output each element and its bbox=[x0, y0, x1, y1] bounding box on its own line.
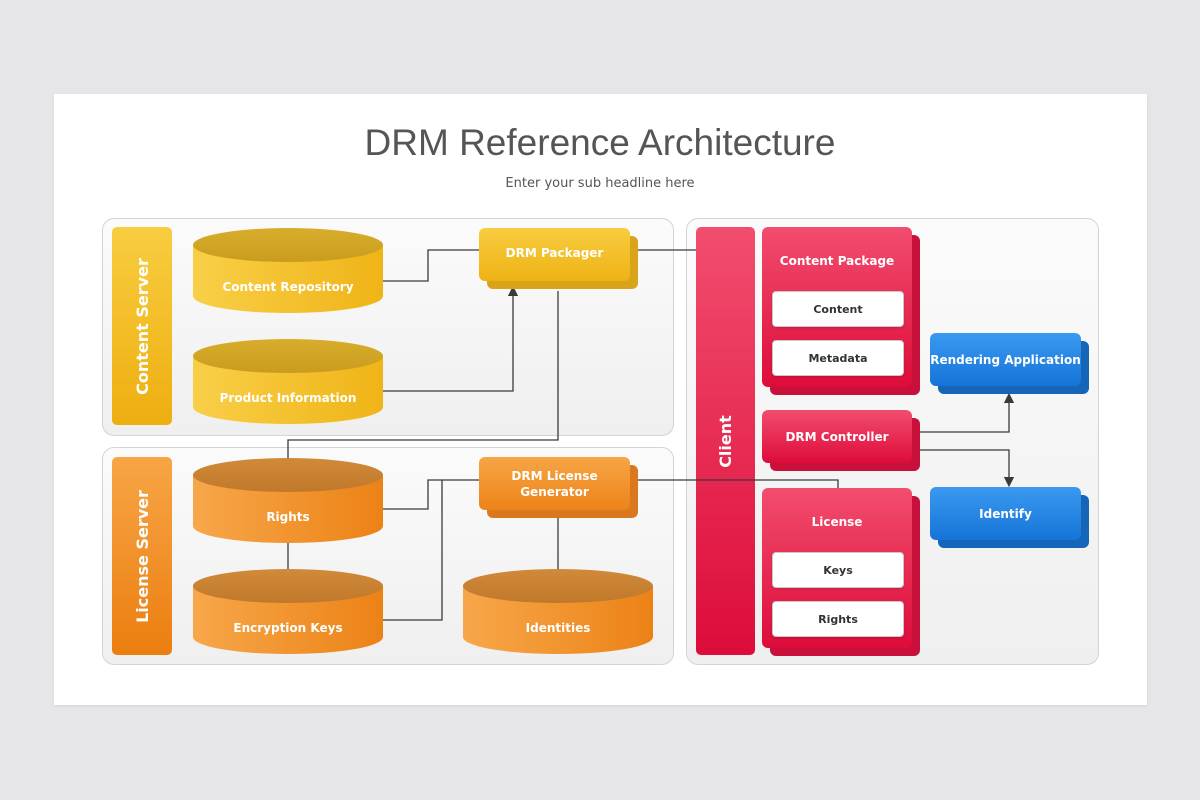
rendering-application-box: Rendering Application bbox=[930, 333, 1089, 394]
identities-label: Identities bbox=[525, 621, 591, 635]
client-label: Client bbox=[715, 414, 735, 468]
drm-controller-label: DRM Controller bbox=[785, 429, 889, 444]
content-server-label: Content Server bbox=[132, 257, 152, 395]
keys-item: Keys bbox=[772, 552, 904, 588]
content-server-bar: Content Server bbox=[112, 227, 172, 425]
license-title: License bbox=[811, 515, 863, 529]
content-repository-label: Content Repository bbox=[222, 280, 354, 294]
license-box: License Keys Rights bbox=[762, 488, 920, 656]
page-title: DRM Reference Architecture bbox=[364, 122, 836, 163]
drm-packager-label: DRM Packager bbox=[505, 245, 604, 260]
rights-db-label: Rights bbox=[266, 510, 310, 524]
page-subtitle: Enter your sub headline here bbox=[505, 176, 695, 191]
content-package-title: Content Package bbox=[779, 254, 895, 268]
drm-license-generator-box: DRM License Generator bbox=[479, 457, 638, 518]
client-bar: Client bbox=[696, 227, 755, 655]
license-server-bar: License Server bbox=[112, 457, 172, 655]
identify-label: Identify bbox=[979, 506, 1032, 521]
drm-packager-box: DRM Packager bbox=[479, 228, 638, 289]
drm-controller-box: DRM Controller bbox=[762, 410, 920, 471]
metadata-item: Metadata bbox=[772, 340, 904, 376]
content-item: Content bbox=[772, 291, 904, 327]
rights-item: Rights bbox=[772, 601, 904, 637]
license-server-label: License Server bbox=[132, 489, 152, 623]
product-information-label: Product Information bbox=[219, 391, 357, 405]
drm-license-generator-label: DRM License Generator bbox=[511, 468, 598, 499]
content-package-box: Content Package Content Metadata bbox=[762, 227, 920, 395]
encryption-keys-label: Encryption Keys bbox=[233, 621, 343, 635]
rendering-application-label: Rendering Application bbox=[930, 352, 1081, 367]
identify-box: Identify bbox=[930, 487, 1089, 548]
